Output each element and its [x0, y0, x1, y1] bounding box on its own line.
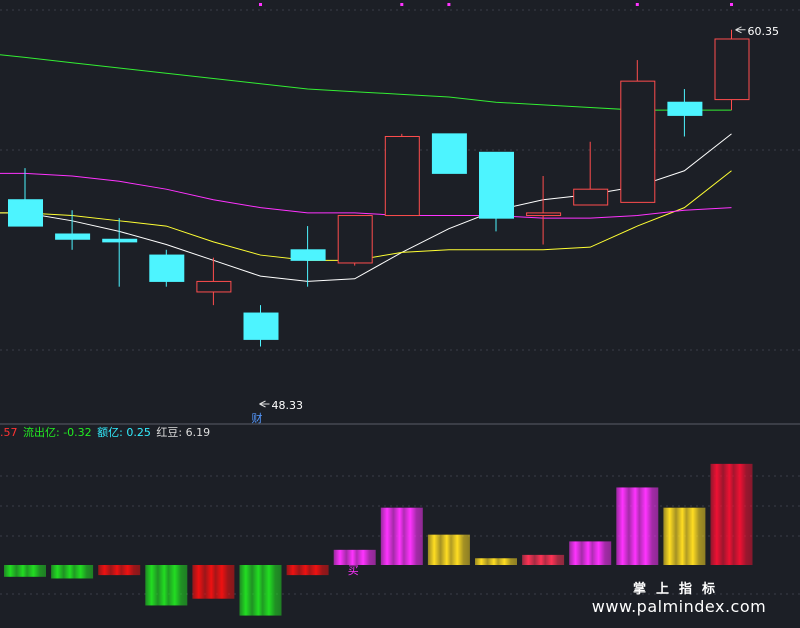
info-flow-out: 流出亿: -0.32: [23, 426, 92, 439]
indicator-bar: [427, 534, 470, 565]
high-arrow-icon: [735, 26, 746, 34]
candle: [8, 168, 43, 227]
candle: [431, 133, 467, 174]
indicator-bar: [51, 565, 94, 579]
indicator-bar: [663, 507, 706, 565]
candlesticks: [8, 29, 750, 347]
candle: [290, 226, 326, 287]
indicator-info-row: .57 流出亿: -0.32 额亿: 0.25 红豆: 6.19: [0, 426, 212, 440]
finance-marker: 财: [252, 411, 263, 425]
indicator-bar: [145, 565, 188, 606]
watermark: 掌上指标 www.palmindex.com: [574, 578, 784, 616]
price-annotations: 60.35 48.33 财: [252, 25, 780, 425]
candle: [714, 29, 750, 111]
chart-grid: [0, 9, 800, 595]
candle: [526, 176, 562, 245]
candle: [55, 210, 91, 250]
watermark-cn: 掌上指标: [632, 582, 725, 597]
candle: [337, 215, 373, 266]
watermark-url: www.palmindex.com: [591, 597, 767, 616]
signal-dot: [447, 3, 451, 6]
indicator-bar: [616, 487, 659, 565]
indicator-bar: [98, 565, 141, 576]
candle: [667, 89, 703, 137]
indicator-bar: [475, 558, 517, 565]
indicator-bar: [380, 507, 423, 565]
signal-dot: [400, 3, 404, 6]
indicator-bar: [522, 554, 565, 565]
info-red-bean: 红豆: 6.19: [156, 426, 211, 439]
indicator-bar: [569, 541, 612, 565]
indicator-bar: [333, 549, 376, 565]
indicator-bar: [286, 565, 329, 576]
candle: [479, 151, 514, 232]
buy-marker: 买: [348, 564, 359, 577]
indicator-bar: [192, 565, 235, 599]
signal-dot: [635, 3, 639, 6]
low-price-label: 48.33: [272, 399, 304, 412]
candle: [149, 249, 185, 287]
low-arrow-icon: [259, 400, 270, 408]
signal-dot: [730, 3, 733, 6]
top-signal-dots: [259, 3, 733, 6]
stock-chart: 60.35 48.33 财 买: [0, 3, 800, 616]
candle: [573, 141, 609, 206]
candle: [620, 60, 656, 203]
candle: [384, 133, 420, 217]
indicator-bar: [710, 463, 753, 565]
indicator-bar: [239, 565, 282, 616]
candle: [243, 305, 279, 347]
info-amount: 额亿: 0.25: [97, 426, 151, 439]
high-price-label: 60.35: [748, 25, 780, 38]
info-first-value: .57: [0, 426, 18, 439]
signal-dot: [259, 3, 262, 6]
indicator-bar: [4, 565, 46, 577]
